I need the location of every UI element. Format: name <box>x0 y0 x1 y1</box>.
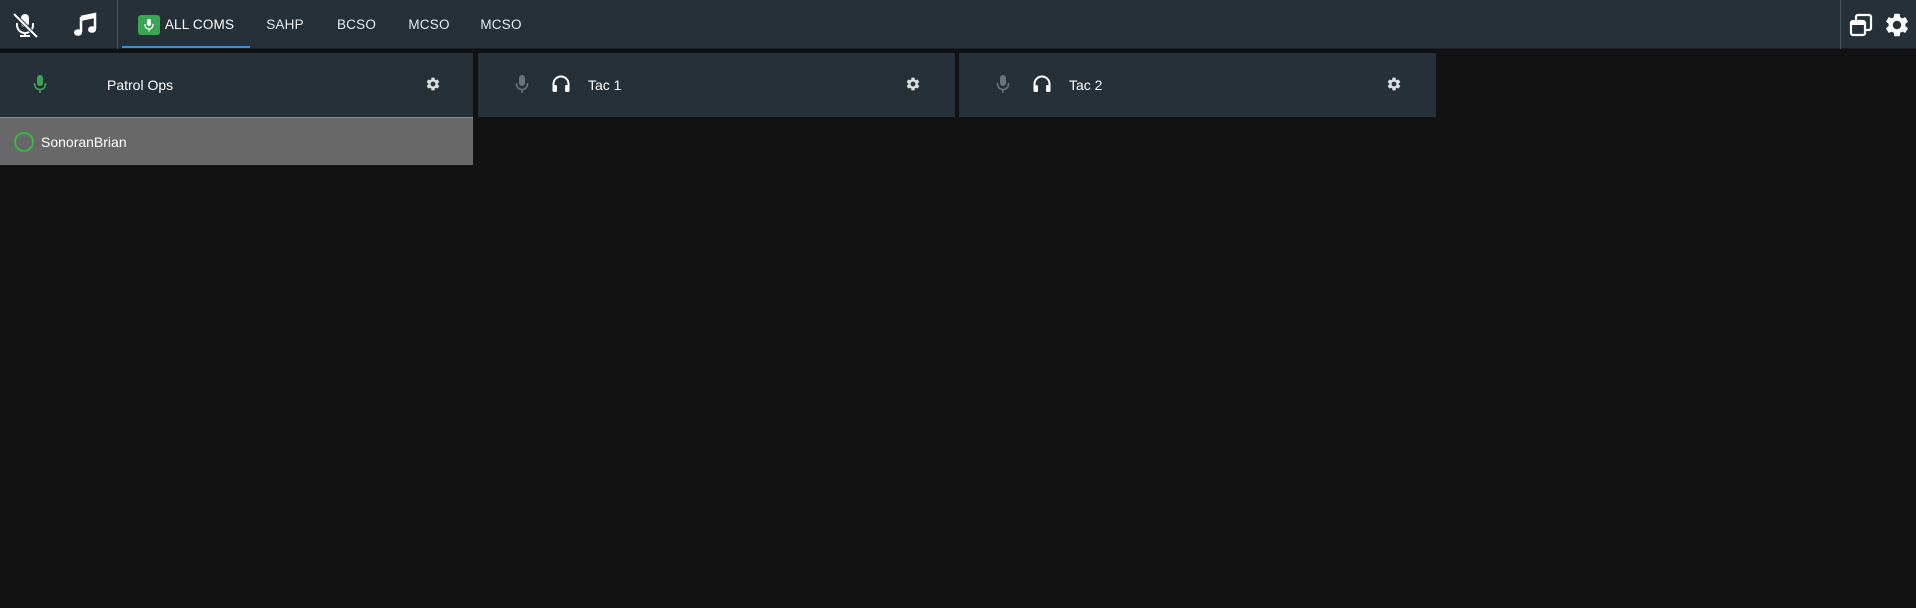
gear-icon[interactable] <box>1879 0 1915 49</box>
microphone-icon[interactable] <box>29 73 51 95</box>
microphone-muted-icon[interactable] <box>5 0 45 49</box>
user-status-icon <box>14 132 34 152</box>
channel-panel-patrol-ops: Patrol Ops <box>0 53 473 117</box>
channel-panel-tac-2: Tac 2 <box>959 53 1436 117</box>
toolbar-divider-right <box>1840 0 1841 49</box>
microphone-icon[interactable] <box>511 73 533 95</box>
tab-mcso[interactable]: MCSO <box>393 0 465 49</box>
tab-label: MCSO <box>480 17 522 32</box>
toolbar-divider <box>117 0 118 49</box>
channel-name: Tac 1 <box>588 77 622 93</box>
channel-user-row[interactable]: SonoranBrian <box>0 117 473 165</box>
tab-mcso-2[interactable]: MCSO <box>465 0 537 49</box>
tab-label: SAHP <box>266 17 304 32</box>
channel-name: Patrol Ops <box>107 77 174 93</box>
channel-settings-gear-icon[interactable] <box>904 75 922 93</box>
top-toolbar: ALL COMS SAHP BCSO MCSO MCSO <box>0 0 1916 49</box>
tab-label: BCSO <box>336 17 377 32</box>
channel-settings-gear-icon[interactable] <box>424 75 442 93</box>
microphone-icon[interactable] <box>992 73 1014 95</box>
headphones-icon[interactable] <box>549 73 573 95</box>
user-name: SonoranBrian <box>41 133 127 150</box>
headphones-icon[interactable] <box>1030 73 1054 95</box>
microphone-icon <box>137 14 160 35</box>
channel-name: Tac 2 <box>1069 77 1103 93</box>
channel-panel-tac-1: Tac 1 <box>478 53 955 117</box>
tab-sahp[interactable]: SAHP <box>250 0 320 49</box>
active-tab-indicator <box>122 46 250 48</box>
tab-label: ALL COMS <box>164 17 235 32</box>
tab-all-coms[interactable]: ALL COMS <box>122 0 250 49</box>
music-note-icon[interactable] <box>65 0 105 49</box>
tab-bcso[interactable]: BCSO <box>320 0 393 49</box>
tab-label: MCSO <box>408 17 450 32</box>
channel-settings-gear-icon[interactable] <box>1385 75 1403 93</box>
popout-window-icon[interactable] <box>1843 0 1879 49</box>
